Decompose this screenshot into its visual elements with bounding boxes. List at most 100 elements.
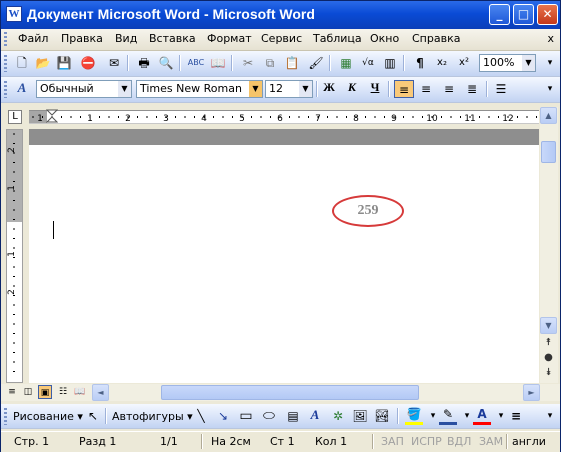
clip-art-icon[interactable]: 🖼 — [351, 407, 369, 425]
status-overtype[interactable]: ЗАМ — [479, 435, 503, 448]
chevron-down-icon[interactable]: ▼ — [299, 81, 312, 97]
bulleted-list-icon[interactable]: ☰ — [492, 80, 510, 98]
scroll-down-icon[interactable]: ▼ — [540, 317, 557, 334]
rectangle-icon[interactable]: ▭ — [237, 407, 255, 425]
outline-view-icon[interactable]: ☷ — [56, 385, 70, 399]
paste-icon[interactable]: 📋 — [283, 54, 301, 72]
document-close-button[interactable]: x — [547, 32, 554, 45]
horizontal-ruler[interactable]: 1 1 2 3 4 5 6 7 8 9 10 11 12 — [29, 109, 539, 124]
align-right-icon[interactable]: ≡ — [440, 80, 458, 98]
chevron-down-icon[interactable]: ▼ — [249, 81, 262, 97]
copy-icon[interactable]: ⧉ — [261, 54, 279, 72]
close-button[interactable]: ✕ — [537, 4, 558, 25]
previous-page-icon[interactable]: ⯭ — [542, 336, 555, 349]
line-color-icon[interactable]: ✎ — [439, 407, 457, 425]
scroll-right-icon[interactable]: ► — [523, 384, 540, 401]
diagram-icon[interactable]: ✲ — [329, 407, 347, 425]
wordart-icon[interactable]: A — [306, 407, 324, 425]
ruler-number: 6 — [277, 114, 283, 123]
align-center-icon[interactable]: ≡ — [417, 80, 435, 98]
print-icon[interactable]: 🖶 — [135, 54, 153, 72]
web-view-icon[interactable]: ◫ — [21, 385, 35, 399]
email-icon[interactable]: ✉ — [105, 54, 123, 72]
horizontal-scroll-thumb[interactable] — [161, 385, 419, 400]
scroll-left-icon[interactable]: ◄ — [92, 384, 109, 401]
menu-format[interactable]: Формат — [207, 32, 252, 45]
next-page-icon[interactable]: ⯯ — [542, 366, 555, 379]
superscript-icon[interactable]: x² — [455, 54, 473, 72]
insert-table-icon[interactable]: ▦ — [337, 54, 355, 72]
equation-icon[interactable]: √α — [359, 54, 377, 72]
title-bar[interactable]: W Документ Microsoft Word - Microsoft Wo… — [1, 1, 560, 29]
line-icon[interactable]: ╲ — [192, 407, 210, 425]
format-painter-icon[interactable]: 🖌 — [307, 54, 325, 72]
vertical-ruler[interactable]: 2 1 1 2 — [6, 129, 23, 383]
status-extend[interactable]: ВДЛ — [447, 435, 471, 448]
fill-color-icon[interactable]: 🪣 — [405, 407, 423, 425]
font-color-icon[interactable]: A — [473, 407, 491, 425]
menu-tools[interactable]: Сервис — [261, 32, 302, 45]
new-document-icon[interactable]: 🗋 — [13, 54, 31, 72]
toolbar-grip[interactable] — [4, 408, 7, 425]
toolbar-grip[interactable] — [4, 81, 7, 98]
menu-grip[interactable] — [4, 32, 7, 47]
font-size-select[interactable]: 12 ▼ — [265, 80, 313, 98]
font-select[interactable]: Times New Roman ▼ — [136, 80, 263, 98]
scroll-thumb[interactable] — [541, 141, 556, 163]
save-icon[interactable]: 💾 — [55, 54, 73, 72]
maximize-button[interactable]: □ — [513, 4, 534, 25]
menu-help[interactable]: Справка — [412, 32, 460, 45]
document-page[interactable]: 259 — [29, 129, 539, 383]
arrow-icon[interactable]: ↘ — [214, 407, 232, 425]
styles-pane-icon[interactable]: A — [13, 80, 31, 98]
oval-icon[interactable]: ⬭ — [260, 407, 278, 425]
draw-menu-button[interactable]: Рисование ▾ — [13, 410, 83, 423]
menu-edit[interactable]: Правка — [61, 32, 103, 45]
open-folder-icon[interactable]: 📂 — [34, 54, 52, 72]
toolbar-options-icon[interactable]: ▾ — [541, 80, 559, 98]
text-box-icon[interactable]: ▤ — [284, 407, 302, 425]
columns-icon[interactable]: ▥ — [381, 54, 399, 72]
align-left-icon[interactable]: ≡ — [394, 80, 414, 98]
insert-picture-icon[interactable]: 🏞 — [373, 407, 391, 425]
cut-icon[interactable]: ✂ — [239, 54, 257, 72]
menu-insert[interactable]: Вставка — [149, 32, 196, 45]
menu-file[interactable]: Файл — [18, 32, 48, 45]
spelling-icon[interactable]: ABC — [187, 54, 205, 72]
menu-table[interactable]: Таблица — [313, 32, 362, 45]
print-layout-view-icon[interactable]: ▣ — [38, 385, 52, 399]
subscript-icon[interactable]: x₂ — [433, 54, 451, 72]
research-icon[interactable]: 📖 — [209, 54, 227, 72]
vertical-scrollbar[interactable]: ▲ ▼ ⯭ ● ⯯ — [540, 107, 558, 383]
toolbar-options-icon[interactable]: ▾ — [541, 407, 559, 425]
indent-marker-icon[interactable] — [46, 109, 58, 123]
style-select[interactable]: Обычный ▼ — [36, 80, 132, 98]
autoshapes-menu-button[interactable]: Автофигуры ▾ — [112, 410, 193, 423]
word-app-icon[interactable]: W — [6, 6, 22, 22]
menu-view[interactable]: Вид — [115, 32, 137, 45]
status-track-changes[interactable]: ИСПР — [411, 435, 442, 448]
italic-button[interactable]: К — [342, 80, 362, 98]
zoom-select[interactable]: 100% ▼ — [479, 54, 536, 72]
status-record[interactable]: ЗАП — [381, 435, 404, 448]
bold-button[interactable]: Ж — [319, 80, 339, 98]
justify-icon[interactable]: ≣ — [463, 80, 481, 98]
show-formatting-icon[interactable]: ¶ — [411, 54, 429, 72]
toolbar-grip[interactable] — [4, 55, 7, 72]
line-style-icon[interactable]: ≡ — [507, 407, 525, 425]
chevron-down-icon[interactable]: ▼ — [522, 55, 535, 71]
select-objects-icon[interactable]: ↖ — [84, 407, 102, 425]
print-preview-icon[interactable]: 🔍 — [157, 54, 175, 72]
underline-button[interactable]: Ч — [365, 80, 385, 98]
ruler-number: 10 — [426, 114, 438, 123]
tab-selector[interactable]: L — [8, 110, 22, 124]
minimize-button[interactable]: _ — [489, 4, 510, 25]
menu-window[interactable]: Окно — [370, 32, 399, 45]
chevron-down-icon[interactable]: ▼ — [118, 81, 131, 97]
toolbar-options-icon[interactable]: ▾ — [541, 54, 559, 72]
normal-view-icon[interactable]: ≡ — [5, 385, 19, 399]
reading-view-icon[interactable]: 📖 — [73, 385, 87, 399]
scroll-up-icon[interactable]: ▲ — [540, 107, 557, 124]
select-browse-object-icon[interactable]: ● — [542, 351, 555, 364]
permission-icon[interactable]: ⛔ — [79, 54, 97, 72]
